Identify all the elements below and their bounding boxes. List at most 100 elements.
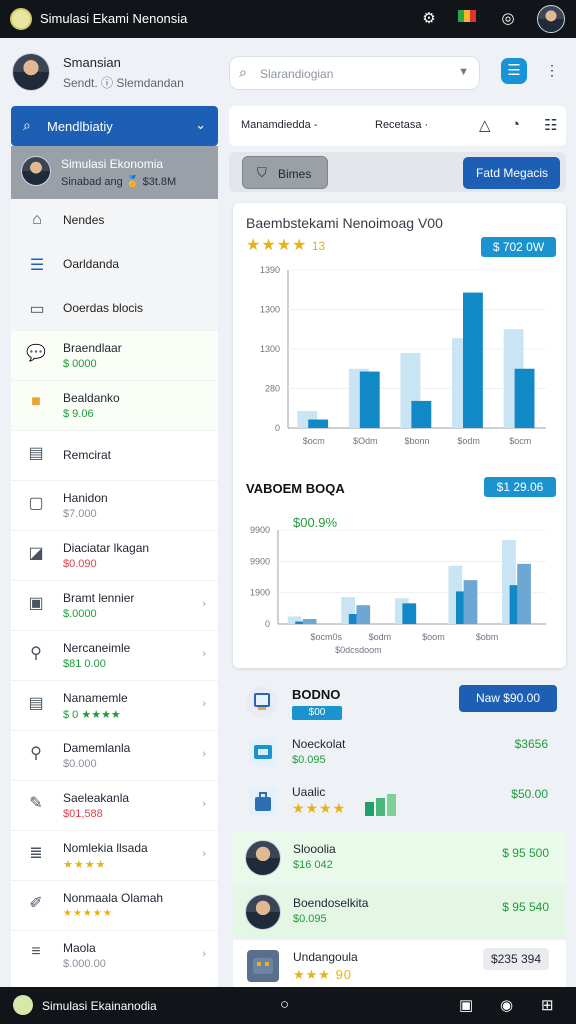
person-name: Undangoula [293,950,358,964]
y-tick-label: 9900 [250,556,270,566]
app-title: Simulasi Ekami Nenonsia [40,11,188,26]
sidebar-row[interactable]: ▢ Hanidon $7.000 [11,480,218,530]
profile-name: Smansian [63,55,121,70]
summary-row[interactable]: Uaalic ★★★★ $50.00 [233,780,566,826]
chevron-right-icon: › [202,948,206,960]
pencil-icon: ✐ [29,895,43,912]
sidebar-row[interactable]: 💬 Braendlaar $ 0000 [11,330,218,380]
row-label: Nonmaala Olamah [63,891,164,905]
row-value: $.000.00 [63,958,106,970]
row-label: Nomlekia llsada [63,841,148,855]
summary-button[interactable]: Naw $90.00 [459,685,557,712]
sidebar-row[interactable]: ≡ Maola $.000.00 › [11,930,218,980]
tab-bimes[interactable]: ⛉ Bimes [242,156,328,189]
triangle-icon[interactable]: △ [479,116,491,134]
person-card[interactable]: Undangoula ★★★ 90 $235 394 [233,940,566,987]
settings-icon[interactable]: ⚙ [418,8,440,30]
grid-icon[interactable]: ⊞ [541,996,554,1014]
mini-bars-icon [365,794,396,816]
sidebar-row[interactable]: ▤ Nanamemle $ 0 ★★★★ › [11,680,218,730]
row-label: Damemlanla [63,741,131,755]
nav-label[interactable]: Simulasi Ekainanodia [42,999,157,1013]
sidebar-item-ooerdas[interactable]: ▭ Ooerdas blocis [11,287,218,331]
row-value: $.0000 [63,608,97,620]
sidebar-item-label: Nendes [63,213,105,227]
document-icon: ▢ [28,495,44,512]
profile-avatar[interactable] [12,53,50,91]
flag-icon[interactable] [456,8,478,30]
sidebar-row[interactable]: ✎ Saeleakanla $01,588 › [11,780,218,830]
y-tick-label: 0 [275,423,280,433]
avatar [245,894,281,930]
sidebar-row[interactable]: ⚲ Damemlanla $0.000 › [11,730,218,780]
clipboard-icon: ▣ [28,595,44,612]
sidebar-row[interactable]: ◪ Diaciatar lkagan $0.090 [11,530,218,580]
more-options-icon[interactable]: ⋮ [545,62,559,79]
chart1-svg: 0 280 1300 1300 1390 $ocm $Odm $bonn $odm $ocm [260,265,546,446]
sidebar-row[interactable]: ⚲ Nercaneimle $81 0.00 › [11,630,218,680]
layers-icon: ≣ [29,845,43,862]
person-value: $0.095 [293,913,327,925]
sidebar-active-item[interactable]: Simulasi Ekonomia Sinabad ang 🏅 $3t.8M [11,146,218,199]
box-icon: ▤ [28,445,44,462]
toolbar: Manamdiedda ‑ Recetasa · △ ◔ ☷ [229,106,566,146]
sidebar-item-nendes[interactable]: ⌂ Nendes [11,199,218,243]
refresh-icon[interactable]: ◉ [500,996,513,1014]
row-label: Diaciatar lkagan [63,541,150,555]
chart-bar [463,292,483,428]
filter-icon[interactable]: ▼ [458,66,469,78]
person-rating: ★★★ 90 [293,967,353,982]
x-tick-label: $ocm [303,436,325,446]
row-value: $0.090 [63,558,97,570]
sidebar-row[interactable]: ≣ Nomlekia llsada ★★★★ › [11,830,218,880]
sidebar-row[interactable]: ▣ Bramt lennier $.0000 › [11,580,218,630]
calendar-icon[interactable]: ▣ [459,996,473,1014]
sidebar-row[interactable]: ■ Bealdanko $ 9.06 [11,380,218,430]
sidebar-row[interactable]: ✐ Nonmaala Olamah ★★★★★ [11,880,218,930]
row-label: Bealdanko [63,391,120,405]
chevron-right-icon: › [202,848,206,860]
chart-bar [356,605,371,624]
toolbar-dropdown-2[interactable]: Recetasa · [375,119,428,131]
home-icon: ⌂ [32,211,42,228]
y-tick-label: 1300 [260,305,280,315]
sidebar-header[interactable]: ⌕ Mendlbiatiy ⌄ [11,106,218,146]
x-tick-label: $obm [476,632,499,642]
search-placeholder[interactable]: Slarandiogian [260,67,333,81]
y-tick-label: 1900 [250,588,270,598]
sidebar-item-oarldanda[interactable]: ☰ Oarldanda [11,243,218,287]
row-amount: $3656 [514,737,548,751]
chat-icon[interactable]: ◎ [497,8,519,30]
row-label: Uaalic [292,785,326,799]
row-value: $ 9.06 [63,408,94,420]
person-card[interactable]: Slooolia $16 042 $ 95 500 [233,832,566,884]
chart-bar [463,580,478,624]
summary-badge: $00 [292,706,342,720]
summary-row[interactable]: Noeckolat $0.095 $3656 [233,730,566,776]
summary-title: BODNO [292,687,341,702]
menu-button[interactable]: ☰ [501,58,527,84]
search-box[interactable]: ⌕ Slarandiogian ▼ [229,56,480,90]
chart-bar [302,618,317,624]
row-value: $0.095 [292,754,326,766]
toolbar-dropdown-1[interactable]: Manamdiedda ‑ [241,119,317,131]
chart-bar [359,371,380,428]
x-axis-subtitle: $0dcsdoom [335,645,382,655]
row-value: $0.000 [63,758,97,770]
list-view-icon[interactable]: ☷ [544,116,557,134]
clock-icon[interactable]: ◔ [511,116,520,133]
person-value: $16 042 [293,859,333,871]
row-label: Bramt lennier [63,591,135,605]
x-tick-label: $odm [369,632,392,642]
chat-bubble-icon: 💬 [26,345,46,362]
primary-action-button[interactable]: Fatd Megacis [463,157,560,189]
row-label: Maola [63,941,96,955]
list-icon: ☰ [29,257,45,274]
row-rating: ★★★★★ [63,908,113,919]
person-card[interactable]: Boendoselkita $0.095 $ 95 540 [233,886,566,938]
user-avatar[interactable] [537,5,565,33]
row-value: $7.000 [63,508,97,520]
home-circle-icon[interactable]: ○ [280,996,289,1013]
sidebar-row[interactable]: ▤ Remcirat [11,430,218,480]
row-amount: $50.00 [511,787,548,801]
